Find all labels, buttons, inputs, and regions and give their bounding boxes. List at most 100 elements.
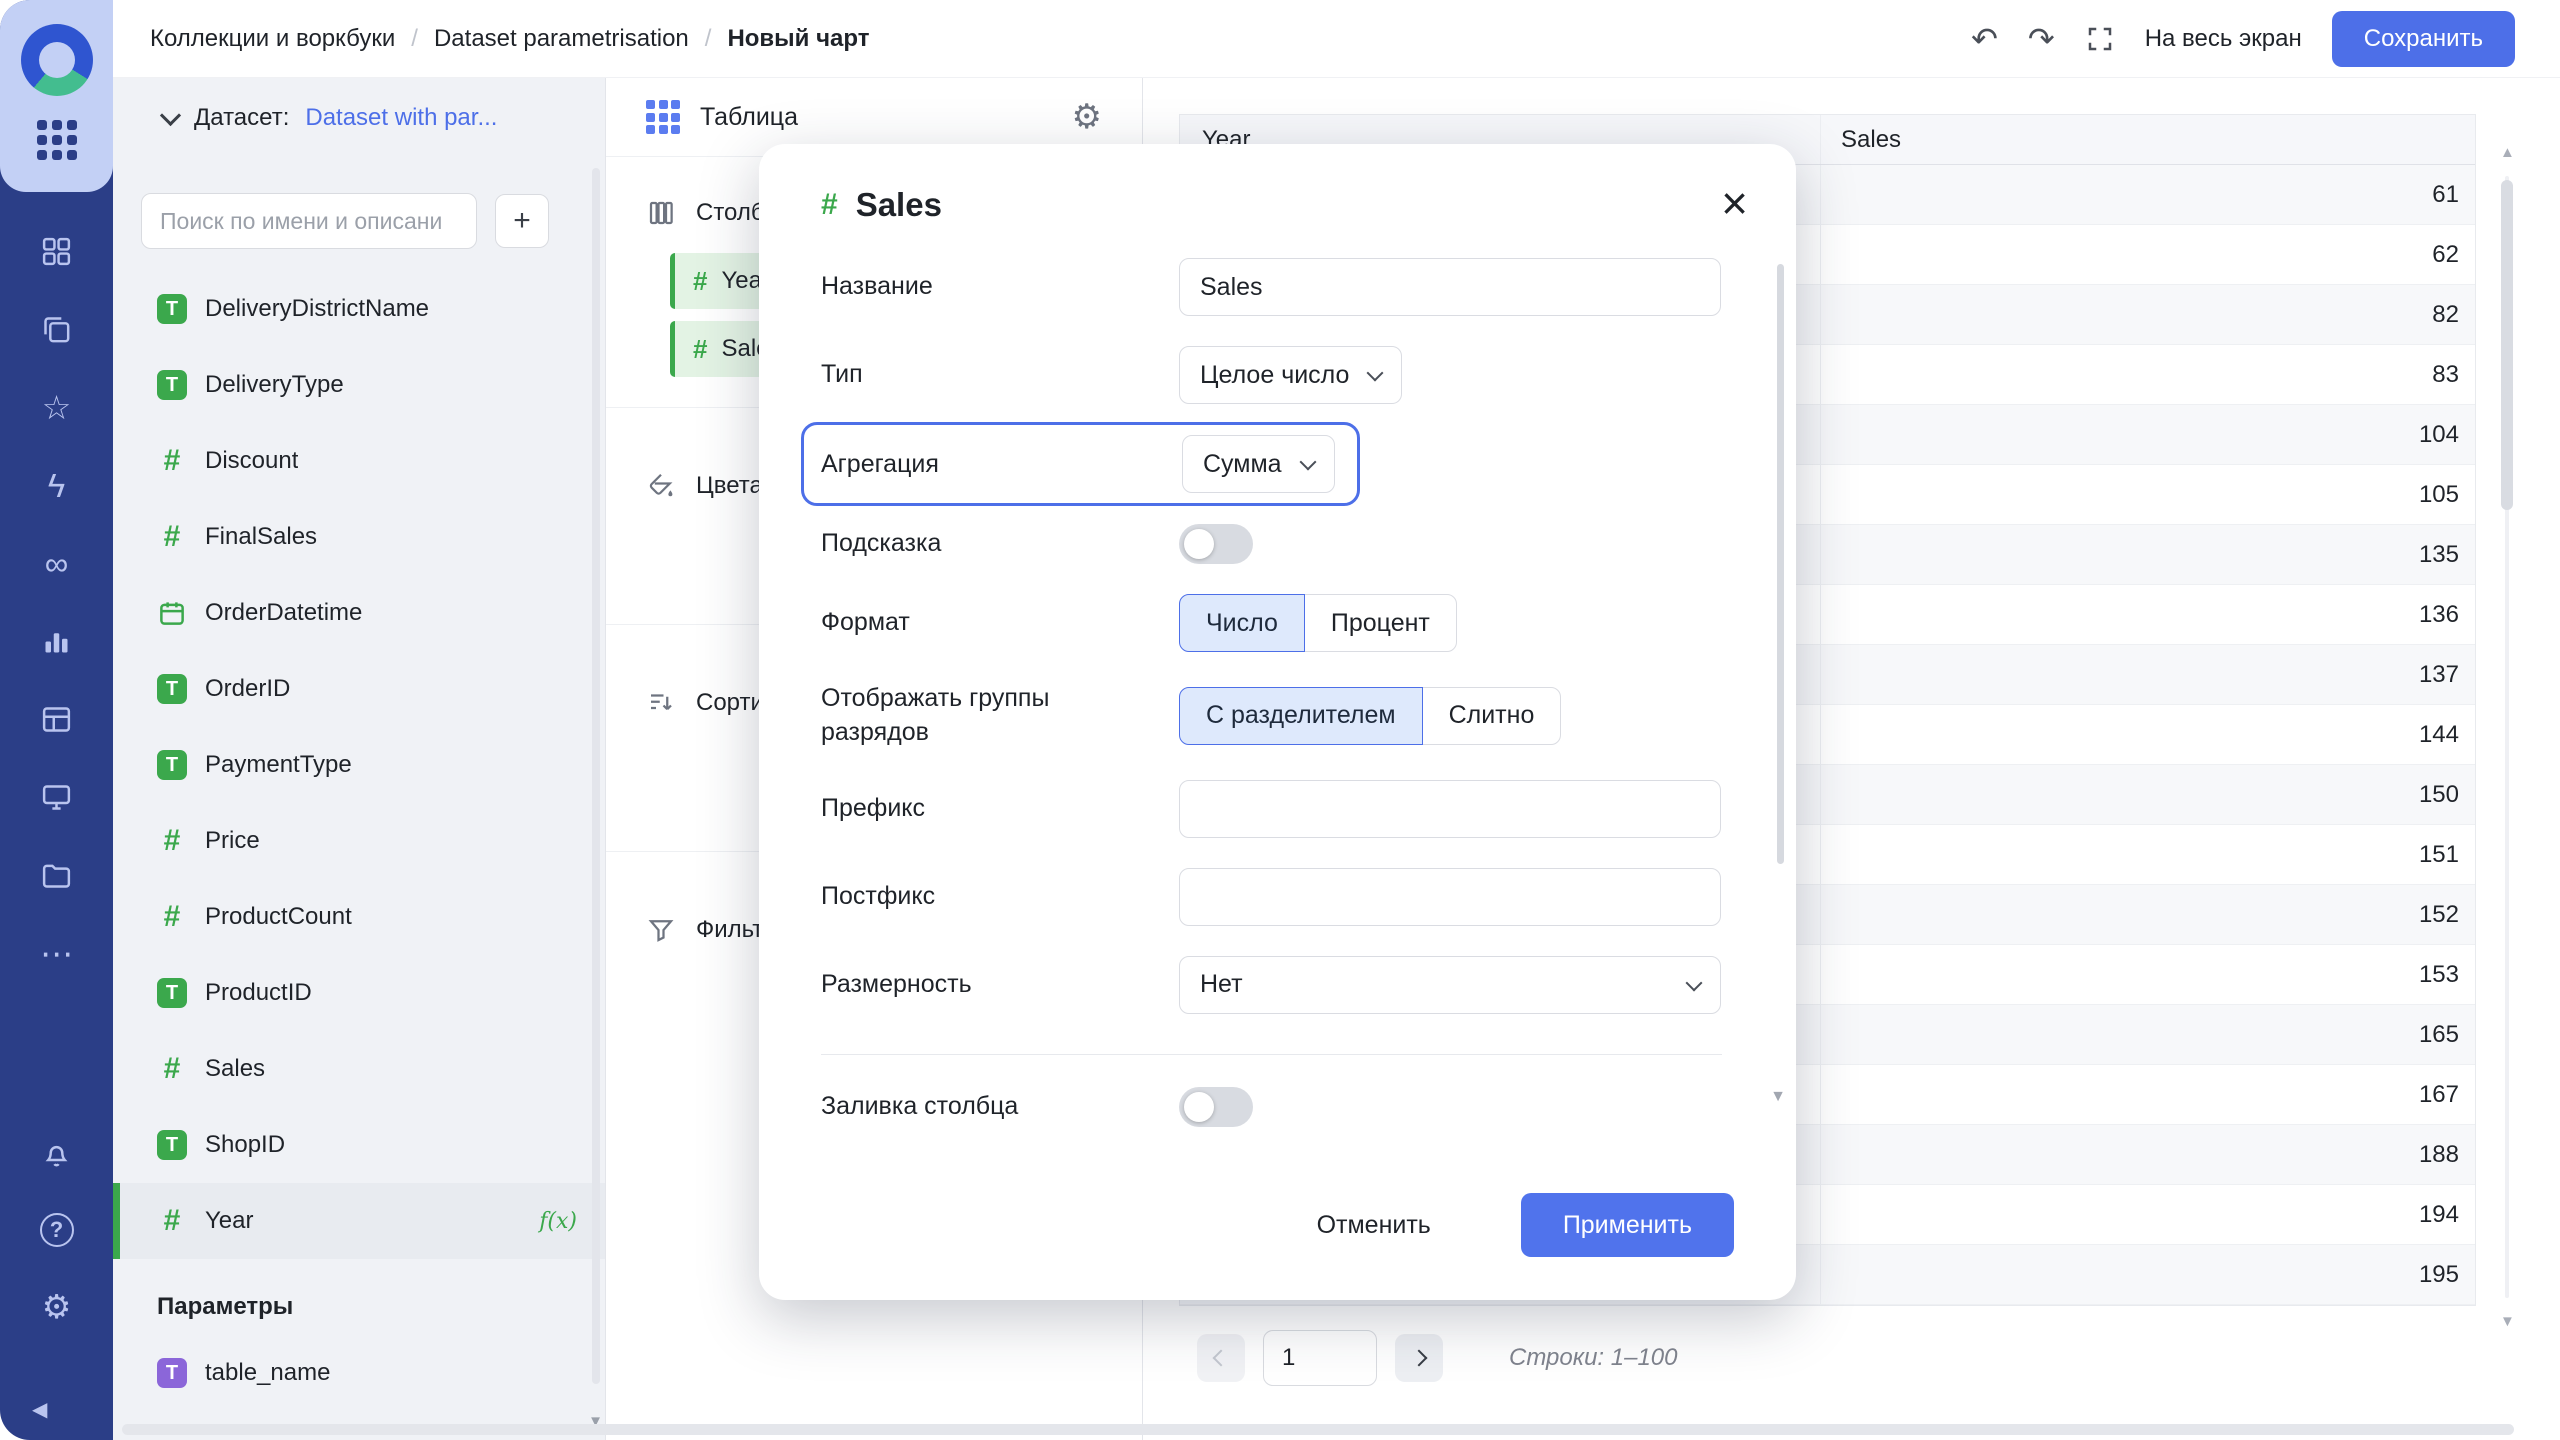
field-name: Sales <box>205 1055 265 1083</box>
dashboards-icon[interactable] <box>32 226 82 276</box>
field-item-ShopID[interactable]: TShopID <box>113 1107 605 1183</box>
breadcrumb-workbook[interactable]: Dataset parametrisation <box>434 25 689 53</box>
field-search-row: + <box>113 157 605 257</box>
number-field-icon: # <box>693 266 707 297</box>
sales-cell: 144 <box>1821 705 2475 764</box>
sales-cell: 188 <box>1821 1125 2475 1184</box>
dataset-header[interactable]: Датасет: Dataset with par... <box>113 78 605 157</box>
field-item-ProductCount[interactable]: #ProductCount <box>113 879 605 955</box>
redo-icon[interactable]: ↷ <box>2028 23 2055 55</box>
field-item-DeliveryType[interactable]: TDeliveryType <box>113 347 605 423</box>
breadcrumb-current: Новый чарт <box>727 25 869 53</box>
dialog-scrollbar-thumb[interactable] <box>1777 264 1784 864</box>
sales-cell: 104 <box>1821 405 2475 464</box>
storage-icon[interactable] <box>32 850 82 900</box>
apps-grid-icon[interactable] <box>37 120 77 160</box>
field-name: ProductID <box>205 979 312 1007</box>
page-number-input[interactable] <box>1263 1330 1377 1386</box>
rail-bottom-section: ? ⚙ ◀ <box>0 1129 113 1440</box>
sort-icon <box>646 688 676 718</box>
aggregation-row: Агрегация Сумма <box>801 422 1722 506</box>
field-item-Price[interactable]: #Price <box>113 803 605 879</box>
digit-groups-option-separator[interactable]: С разделителем <box>1179 687 1423 745</box>
format-option-number[interactable]: Число <box>1179 594 1305 652</box>
sales-cell: 150 <box>1821 765 2475 824</box>
field-item-OrderDatetime[interactable]: OrderDatetime <box>113 575 605 651</box>
notifications-icon[interactable] <box>32 1129 82 1179</box>
chart-type-title[interactable]: Таблица <box>700 103 798 132</box>
filter-icon <box>646 915 676 945</box>
save-button[interactable]: Сохранить <box>2332 11 2515 67</box>
quick-actions-icon[interactable]: ϟ <box>32 460 82 510</box>
chart-settings-gear-icon[interactable]: ⚙ <box>1072 100 1102 134</box>
settings-gear-icon[interactable]: ⚙ <box>32 1281 82 1331</box>
sales-cell: 105 <box>1821 465 2475 524</box>
scrollbar-thumb[interactable] <box>2501 180 2513 510</box>
collapse-sidebar-icon[interactable]: ◀ <box>0 1397 47 1422</box>
scroll-down-icon[interactable]: ▼ <box>2500 1313 2515 1330</box>
digit-groups-option-plain[interactable]: Слитно <box>1422 687 1562 745</box>
sales-cell: 61 <box>1821 165 2475 224</box>
charts-icon[interactable] <box>32 616 82 666</box>
field-name: DeliveryDistrictName <box>205 295 429 323</box>
name-input[interactable] <box>1179 258 1721 316</box>
aggregation-focus-ring: Агрегация Сумма <box>801 422 1360 506</box>
sales-cell: 153 <box>1821 945 2475 1004</box>
field-name: table_name <box>205 1359 330 1387</box>
pagination: Строки: 1–100 <box>1197 1330 1678 1386</box>
horizontal-scrollbar[interactable] <box>122 1424 2514 1435</box>
field-item-OrderID[interactable]: TOrderID <box>113 651 605 727</box>
field-item-Year[interactable]: #Yearf(x) <box>113 1183 605 1259</box>
fullscreen-label[interactable]: На весь экран <box>2145 25 2302 53</box>
chevron-down-icon[interactable] <box>160 105 181 126</box>
number-field-icon: # <box>157 826 187 856</box>
field-item-Sales[interactable]: #Sales <box>113 1031 605 1107</box>
monitoring-icon[interactable] <box>32 772 82 822</box>
parameters-title: Параметры <box>113 1293 605 1321</box>
connections-icon[interactable]: ∞ <box>32 538 82 588</box>
number-field-icon: # <box>821 188 838 222</box>
undo-icon[interactable]: ↶ <box>1971 23 1998 55</box>
more-icon[interactable]: ⋯ <box>32 928 82 978</box>
datasets-icon[interactable] <box>32 694 82 744</box>
field-name: DeliveryType <box>205 371 344 399</box>
collections-icon[interactable] <box>32 304 82 354</box>
favorites-icon[interactable]: ☆ <box>32 382 82 432</box>
format-label: Формат <box>821 606 1179 640</box>
apply-button[interactable]: Применить <box>1521 1193 1734 1257</box>
breadcrumb-collections[interactable]: Коллекции и воркбуки <box>150 25 395 53</box>
field-item-DeliveryDistrictName[interactable]: TDeliveryDistrictName <box>113 271 605 347</box>
prefix-input[interactable] <box>1179 780 1721 838</box>
field-item-FinalSales[interactable]: #FinalSales <box>113 499 605 575</box>
dimension-select[interactable]: Нет <box>1179 956 1721 1014</box>
breadcrumb-separator: / <box>411 25 418 53</box>
aggregation-label: Агрегация <box>821 450 1182 479</box>
postfix-input[interactable] <box>1179 868 1721 926</box>
dialog-footer: Отменить Применить <box>759 1150 1796 1300</box>
add-field-button[interactable]: + <box>495 194 549 248</box>
fields-scrollbar[interactable] <box>592 168 600 1384</box>
field-item-Discount[interactable]: #Discount <box>113 423 605 499</box>
dialog-scroll-down-icon[interactable]: ▼ <box>1770 1088 1786 1106</box>
fullscreen-icon[interactable] <box>2085 24 2115 54</box>
close-icon[interactable]: × <box>1721 180 1748 226</box>
field-item-PaymentType[interactable]: TPaymentType <box>113 727 605 803</box>
field-item-ProductID[interactable]: TProductID <box>113 955 605 1031</box>
chevron-down-icon <box>1686 974 1703 991</box>
number-field-icon: # <box>157 902 187 932</box>
aggregation-select[interactable]: Сумма <box>1182 435 1335 493</box>
hint-toggle[interactable] <box>1179 524 1253 564</box>
datalens-logo[interactable] <box>21 24 93 96</box>
help-icon[interactable]: ? <box>32 1205 82 1255</box>
format-option-percent[interactable]: Процент <box>1304 594 1457 652</box>
next-page-button[interactable] <box>1395 1334 1443 1382</box>
column-fill-toggle[interactable] <box>1179 1087 1253 1127</box>
search-input[interactable] <box>141 193 477 249</box>
dataset-name-link[interactable]: Dataset with par... <box>305 104 497 132</box>
table-chart-icon[interactable] <box>646 100 680 134</box>
field-item-table_name[interactable]: Ttable_name <box>113 1335 605 1411</box>
type-select[interactable]: Целое число <box>1179 346 1402 404</box>
cancel-button[interactable]: Отменить <box>1283 1193 1465 1257</box>
prev-page-button[interactable] <box>1197 1334 1245 1382</box>
scroll-up-icon[interactable]: ▲ <box>2500 144 2515 161</box>
